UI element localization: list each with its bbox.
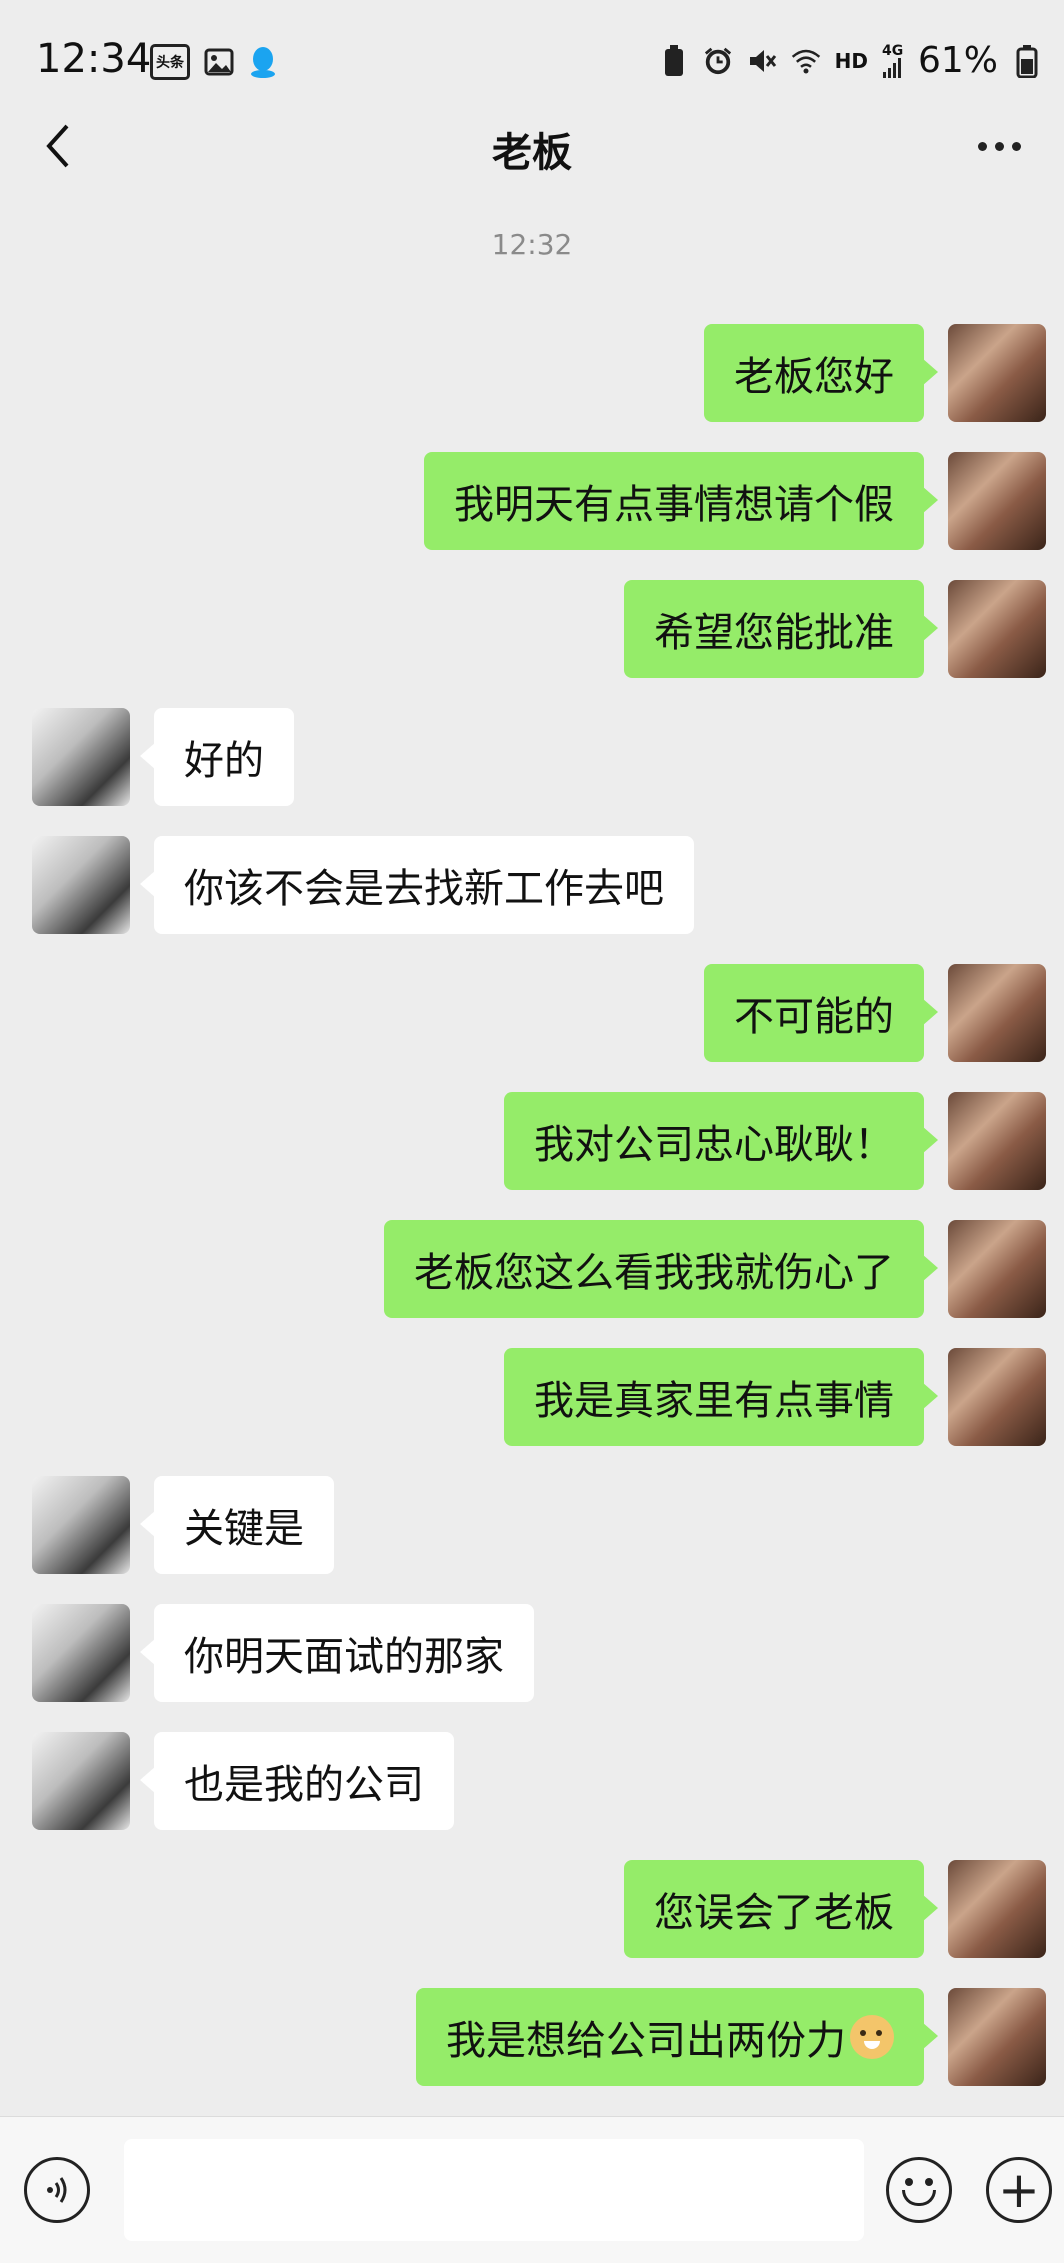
incoming-bubble[interactable]: 关键是 [140, 1476, 334, 1574]
status-time: 12:34 [36, 36, 152, 82]
boss-avatar[interactable] [32, 1604, 130, 1702]
hd-label: HD [834, 48, 868, 73]
battery-saver-icon [659, 44, 689, 77]
emoji-button[interactable] [886, 2157, 952, 2223]
boss-avatar[interactable] [32, 708, 130, 806]
my-avatar[interactable] [948, 452, 1046, 550]
alarm-icon [703, 45, 733, 77]
outgoing-bubble[interactable]: 我对公司忠心耿耿！ [504, 1092, 938, 1190]
message-row: 我是想给公司出两份力 [0, 1988, 1064, 2088]
my-avatar[interactable] [948, 580, 1046, 678]
more-dot-icon [994, 141, 1004, 151]
message-row: 你该不会是去找新工作去吧 [0, 836, 1064, 936]
my-avatar[interactable] [948, 964, 1046, 1062]
input-bar: + [0, 2116, 1064, 2263]
more-dot-icon [977, 141, 987, 151]
outgoing-bubble[interactable]: 我是想给公司出两份力 [416, 1988, 938, 2086]
chat-title: 老板 [492, 130, 572, 176]
message-row: 也是我的公司 [0, 1732, 1064, 1832]
voice-input-button[interactable] [24, 2157, 90, 2223]
my-avatar[interactable] [948, 1860, 1046, 1958]
message-row: 好的 [0, 708, 1064, 808]
incoming-bubble[interactable]: 你明天面试的那家 [140, 1604, 534, 1702]
plus-icon: + [998, 2161, 1040, 2219]
message-row: 老板您好 [0, 324, 1064, 424]
more-functions-button[interactable]: + [986, 2157, 1052, 2223]
mute-icon [747, 45, 777, 77]
incoming-bubble[interactable]: 你该不会是去找新工作去吧 [140, 836, 694, 934]
outgoing-bubble[interactable]: 老板您好 [704, 324, 938, 422]
outgoing-bubble[interactable]: 我明天有点事情想请个假 [424, 452, 938, 550]
message-timestamp: 12:32 [491, 228, 573, 261]
my-avatar[interactable] [948, 1092, 1046, 1190]
message-row: 希望您能批准 [0, 580, 1064, 680]
qq-notification-icon [248, 46, 278, 78]
boss-avatar[interactable] [32, 836, 130, 934]
battery-icon [1012, 44, 1042, 78]
boss-avatar[interactable] [32, 1476, 130, 1574]
message-row: 你明天面试的那家 [0, 1604, 1064, 1704]
outgoing-bubble[interactable]: 我是真家里有点事情 [504, 1348, 938, 1446]
chat-header: 老板 [0, 100, 1064, 196]
wifi-icon [791, 45, 821, 77]
my-avatar[interactable] [948, 1348, 1046, 1446]
more-options-button[interactable] [964, 116, 1034, 176]
message-row: 不可能的 [0, 964, 1064, 1064]
boss-avatar[interactable] [32, 1732, 130, 1830]
message-input[interactable] [124, 2139, 864, 2241]
battery-percent: 61% [917, 40, 998, 81]
gallery-notification-icon [204, 46, 234, 78]
toutiao-notification-icon: 头条 [150, 44, 190, 80]
message-row: 我是真家里有点事情 [0, 1348, 1064, 1448]
message-row: 老板您这么看我我就伤心了 [0, 1220, 1064, 1320]
outgoing-bubble[interactable]: 老板您这么看我我就伤心了 [384, 1220, 938, 1318]
more-dot-icon [1011, 141, 1021, 151]
incoming-bubble[interactable]: 好的 [140, 708, 294, 806]
my-avatar[interactable] [948, 1220, 1046, 1318]
doge-emoji-icon [850, 2015, 894, 2059]
incoming-bubble[interactable]: 也是我的公司 [140, 1732, 454, 1830]
outgoing-bubble[interactable]: 您误会了老板 [624, 1860, 938, 1958]
signal-icon [882, 57, 901, 78]
message-row: 您误会了老板 [0, 1860, 1064, 1960]
outgoing-bubble[interactable]: 希望您能批准 [624, 580, 938, 678]
outgoing-bubble[interactable]: 不可能的 [704, 964, 938, 1062]
my-avatar[interactable] [948, 1988, 1046, 2086]
voice-icon [47, 2177, 67, 2203]
message-row: 我明天有点事情想请个假 [0, 452, 1064, 552]
message-row: 关键是 [0, 1476, 1064, 1576]
my-avatar[interactable] [948, 324, 1046, 422]
message-row: 我对公司忠心耿耿！ [0, 1092, 1064, 1192]
network-gen-label: 4G [881, 42, 904, 59]
